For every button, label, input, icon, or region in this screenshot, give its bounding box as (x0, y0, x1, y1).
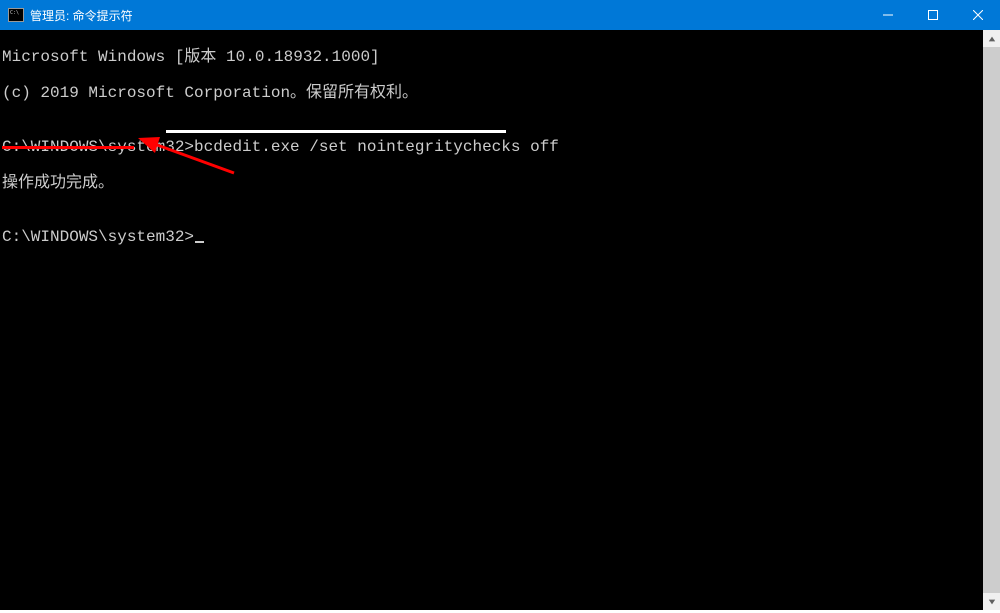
window-title: 管理员: 命令提示符 (30, 7, 133, 24)
scroll-thumb[interactable] (983, 47, 1000, 593)
cursor (195, 241, 204, 243)
cmd-icon (8, 8, 24, 22)
result-line: 操作成功完成。 (2, 174, 998, 192)
scroll-up-button[interactable] (983, 30, 1000, 47)
chevron-up-icon (988, 35, 996, 43)
white-underline-annotation (166, 130, 506, 133)
version-line: Microsoft Windows [版本 10.0.18932.1000] (2, 48, 998, 66)
window-controls (865, 0, 1000, 30)
prompt: C:\WINDOWS\system32> (2, 138, 194, 156)
command-prompt-window: 管理员: 命令提示符 Microsoft Windows [版本 10.0.18… (0, 0, 1000, 610)
close-icon (973, 10, 983, 20)
copyright-line: (c) 2019 Microsoft Corporation。保留所有权利。 (2, 84, 998, 102)
maximize-icon (928, 10, 938, 20)
command-line: C:\WINDOWS\system32>bcdedit.exe /set noi… (2, 138, 998, 156)
scroll-down-button[interactable] (983, 593, 1000, 610)
prompt-2: C:\WINDOWS\system32> (2, 228, 194, 246)
minimize-icon (883, 10, 893, 20)
chevron-down-icon (988, 598, 996, 606)
close-button[interactable] (955, 0, 1000, 30)
scroll-track[interactable] (983, 47, 1000, 593)
maximize-button[interactable] (910, 0, 955, 30)
command-text: bcdedit.exe /set nointegritychecks off (194, 138, 559, 156)
vertical-scrollbar[interactable] (983, 30, 1000, 610)
window-titlebar[interactable]: 管理员: 命令提示符 (0, 0, 1000, 30)
minimize-button[interactable] (865, 0, 910, 30)
prompt-line: C:\WINDOWS\system32> (2, 228, 998, 246)
terminal-output[interactable]: Microsoft Windows [版本 10.0.18932.1000] (… (0, 30, 1000, 610)
